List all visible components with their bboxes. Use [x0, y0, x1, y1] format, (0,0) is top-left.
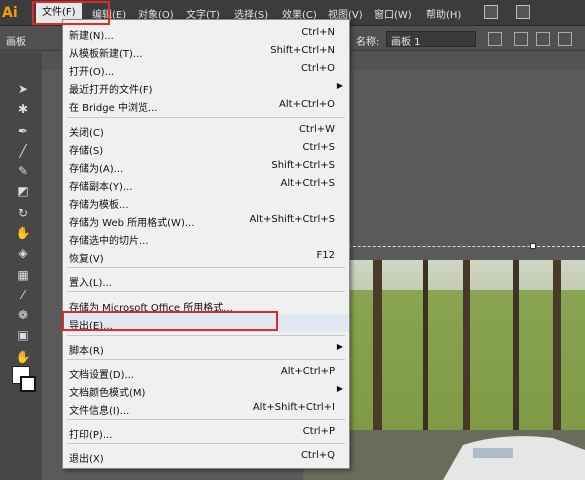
- menu-item-open[interactable]: 打开(O)... Ctrl+O: [63, 60, 349, 78]
- menu-item-label: 文件信息(I)...: [69, 406, 130, 417]
- menu-separator: [67, 267, 345, 268]
- menu-separator: [67, 419, 345, 420]
- menu-item-label: 打开(O)...: [69, 67, 115, 78]
- menu-item-label: 存储选中的切片...: [69, 236, 149, 247]
- menu-item-browse-in-bridge[interactable]: 在 Bridge 中浏览... Alt+Ctrl+O: [63, 96, 349, 114]
- eyedropper-tool-icon[interactable]: ⁄: [14, 286, 32, 304]
- pen-tool-icon[interactable]: ✒: [14, 122, 32, 140]
- menu-item-close[interactable]: 关闭(C) Ctrl+W: [63, 121, 349, 139]
- menu-item-shortcut: Alt+Ctrl+O: [279, 99, 335, 110]
- menu-item-print[interactable]: 打印(P)... Ctrl+P: [63, 423, 349, 441]
- menu-item-document-setup[interactable]: 文档设置(D)... Alt+Ctrl+P: [63, 363, 349, 381]
- magic-wand-tool-icon[interactable]: ✱: [14, 100, 32, 118]
- menu-item-save-copy[interactable]: 存储副本(Y)... Alt+Ctrl+S: [63, 175, 349, 193]
- menu-item-label: 置入(L)...: [69, 278, 112, 289]
- menu-item-save-for-web[interactable]: 存储为 Web 所用格式(W)... Alt+Shift+Ctrl+S: [63, 211, 349, 229]
- file-menu-dropdown: 新建(N)... Ctrl+N 从模板新建(T)... Shift+Ctrl+N…: [62, 19, 350, 469]
- menu-item-shortcut: Alt+Ctrl+P: [280, 366, 335, 377]
- selection-tool-icon[interactable]: ➤: [14, 80, 32, 98]
- menu-help[interactable]: 帮助(H): [426, 6, 461, 21]
- menu-item-label: 脚本(R): [69, 346, 104, 357]
- menu-item-label: 退出(X): [69, 454, 104, 465]
- menu-item-label: 存储为 Web 所用格式(W)...: [69, 218, 195, 229]
- line-tool-icon[interactable]: ╱: [14, 142, 32, 160]
- menu-item-label: 存储副本(Y)...: [69, 182, 133, 193]
- menu-item-label: 存储为模板...: [69, 200, 129, 211]
- menu-item-exit[interactable]: 退出(X) Ctrl+Q: [63, 447, 349, 465]
- menu-item-label: 在 Bridge 中浏览...: [69, 103, 158, 114]
- align-center-icon[interactable]: [514, 32, 528, 46]
- name-label: 名称:: [356, 37, 380, 48]
- submenu-arrow-icon: ▶: [336, 81, 343, 90]
- menu-separator: [67, 443, 345, 444]
- menu-item-label: 打印(P)...: [69, 430, 113, 441]
- menu-item-shortcut: Alt+Ctrl+S: [280, 178, 335, 189]
- menu-item-label: 存储(S): [69, 146, 104, 157]
- menu-item-document-color-mode[interactable]: 文档颜色模式(M) ▶: [63, 381, 349, 399]
- stroke-swatch[interactable]: [20, 376, 36, 392]
- warp-tool-icon[interactable]: ✋: [14, 224, 32, 242]
- menu-item-label: 新建(N)...: [69, 31, 114, 42]
- export-highlight-box: [62, 311, 278, 331]
- menu-item-recent-files[interactable]: 最近打开的文件(F) ▶: [63, 78, 349, 96]
- menu-item-shortcut: Ctrl+O: [300, 63, 335, 74]
- rotate-tool-icon[interactable]: ↻: [14, 204, 32, 222]
- menu-item-save-as[interactable]: 存储为(A)... Shift+Ctrl+S: [63, 157, 349, 175]
- menu-item-scripts[interactable]: 脚本(R) ▶: [63, 339, 349, 357]
- menu-item-shortcut: Ctrl+S: [302, 142, 335, 153]
- menu-item-save-selected-slices[interactable]: 存储选中的切片...: [63, 229, 349, 247]
- menu-item-shortcut: Alt+Shift+Ctrl+I: [252, 402, 335, 413]
- menu-item-shortcut: Shift+Ctrl+S: [271, 160, 335, 171]
- menu-item-save[interactable]: 存储(S) Ctrl+S: [63, 139, 349, 157]
- menu-window[interactable]: 窗口(W): [374, 6, 412, 21]
- menu-item-label: 最近打开的文件(F): [69, 85, 153, 96]
- menu-separator: [67, 335, 345, 336]
- artboard-name-input[interactable]: 画板 1: [386, 31, 476, 48]
- symbol-tool-icon[interactable]: ❁: [14, 306, 32, 324]
- bridge-icon[interactable]: [484, 5, 498, 19]
- menu-item-file-info[interactable]: 文件信息(I)... Alt+Shift+Ctrl+I: [63, 399, 349, 417]
- menu-item-label: 文档设置(D)...: [69, 370, 135, 381]
- menu-item-shortcut: Shift+Ctrl+N: [270, 45, 335, 56]
- menu-item-label: 从模板新建(T)...: [69, 49, 143, 60]
- menu-item-label: 关闭(C): [69, 128, 104, 139]
- file-menu-highlight-box: [32, 1, 110, 25]
- mesh-tool-icon[interactable]: ▦: [14, 266, 32, 284]
- hand-tool-icon[interactable]: ✋: [14, 348, 32, 366]
- shape-builder-tool-icon[interactable]: ◈: [14, 244, 32, 262]
- app-logo: Ai: [2, 5, 18, 21]
- menu-item-save-as-template[interactable]: 存储为模板...: [63, 193, 349, 211]
- artboard-tool-icon[interactable]: ▣: [14, 326, 32, 344]
- menu-separator: [67, 359, 345, 360]
- menu-item-new[interactable]: 新建(N)... Ctrl+N: [63, 24, 349, 42]
- eraser-tool-icon[interactable]: ◩: [14, 182, 32, 200]
- align-middle-icon[interactable]: [536, 32, 550, 46]
- submenu-arrow-icon: ▶: [336, 384, 343, 393]
- menu-item-shortcut: Ctrl+Q: [300, 450, 335, 461]
- menu-item-shortcut: Alt+Shift+Ctrl+S: [249, 214, 335, 225]
- artboard-options-icon[interactable]: [558, 32, 572, 46]
- artboard-label: 画板: [6, 37, 26, 48]
- menu-separator: [67, 117, 345, 118]
- selection-handle[interactable]: [530, 243, 536, 249]
- move-artwork-icon[interactable]: [488, 32, 502, 46]
- menu-item-place[interactable]: 置入(L)...: [63, 271, 349, 289]
- menu-item-shortcut: Ctrl+P: [302, 426, 335, 437]
- menu-item-label: 存储为(A)...: [69, 164, 124, 175]
- tools-panel: ➤ ✱ ✒ ╱ ✎ ◩ ↻ ✋ ◈ ▦ ⁄ ❁ ▣ ✋ ⚲: [0, 52, 42, 480]
- brush-tool-icon[interactable]: ✎: [14, 162, 32, 180]
- menu-separator: [67, 291, 345, 292]
- menu-item-shortcut: Ctrl+N: [301, 27, 335, 38]
- menu-item-new-from-template[interactable]: 从模板新建(T)... Shift+Ctrl+N: [63, 42, 349, 60]
- arrange-documents-icon[interactable]: [516, 5, 530, 19]
- menu-item-revert[interactable]: 恢复(V) F12: [63, 247, 349, 265]
- menu-item-shortcut: F12: [316, 250, 335, 261]
- menu-item-label: 恢复(V): [69, 254, 104, 265]
- submenu-arrow-icon: ▶: [336, 342, 343, 351]
- menu-item-label: 文档颜色模式(M): [69, 388, 146, 399]
- menu-item-shortcut: Ctrl+W: [298, 124, 335, 135]
